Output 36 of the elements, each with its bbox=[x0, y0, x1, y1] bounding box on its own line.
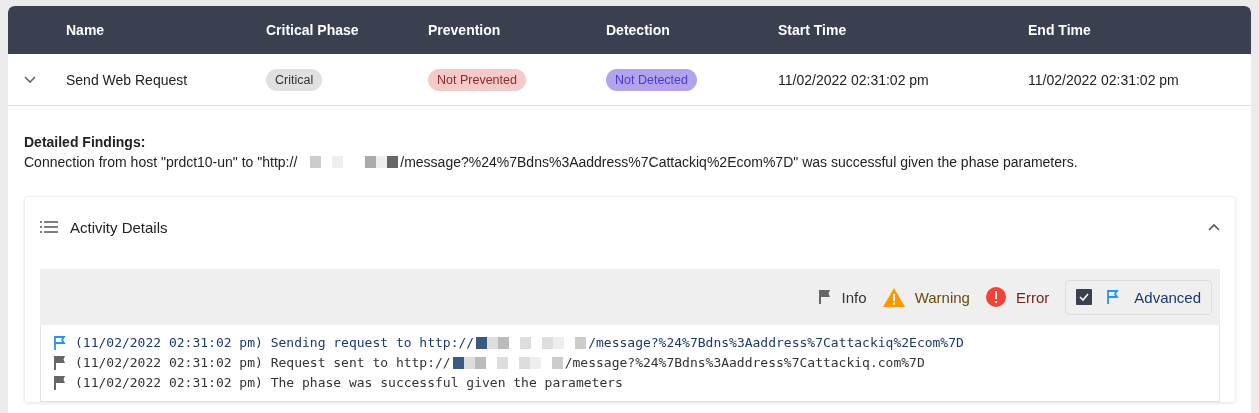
log-line: /message?%24%7Bdns%3Aaddress%7Cattackiq.com%7D bbox=[564, 354, 925, 372]
filter-button[interactable]: Warning bbox=[882, 287, 970, 307]
status-tag: Not Detected bbox=[606, 68, 697, 91]
column-header[interactable]: Prevention bbox=[428, 22, 606, 38]
status-tag: Not Prevented bbox=[428, 68, 526, 91]
list-icon bbox=[40, 221, 58, 233]
column-header[interactable]: Detection bbox=[606, 22, 778, 38]
log-line: /message?%24%7Bdns%3Aaddress%7Cattackiq%2Ecom%7D bbox=[588, 334, 964, 352]
findings-title: Detailed Findings: bbox=[24, 133, 147, 152]
chevron-icon[interactable] bbox=[1208, 223, 1220, 231]
error-icon bbox=[985, 287, 1006, 307]
log-line: (11/02/2022 02:31:02 pm) The phase was successful given the parameters bbox=[75, 374, 623, 392]
flag-icon bbox=[817, 289, 832, 305]
flag-icon bbox=[1106, 289, 1121, 305]
findings-text: Connection from host "prdct10-un" to "http:// bbox=[24, 153, 298, 172]
log-line: (11/02/2022 02:31:02 pm) Sending request to http:// bbox=[75, 334, 475, 352]
column-header[interactable]: Name bbox=[66, 22, 266, 38]
warning-icon bbox=[882, 287, 905, 307]
flag-icon bbox=[53, 355, 67, 371]
findings-text: /message?%24%7Bdns%3Aaddress%7Cattackiq%2Ecom%7D" was successful given the phase parameters. bbox=[400, 153, 1078, 172]
column-header[interactable]: Start Time bbox=[778, 22, 1028, 38]
start-time: 11/02/2022 02:31:02 pm bbox=[778, 71, 930, 88]
checkbox[interactable] bbox=[1076, 289, 1093, 305]
column-header[interactable]: End Time bbox=[1028, 22, 1251, 38]
phase-name: Send Web Request bbox=[66, 71, 189, 88]
filter-button[interactable]: Error bbox=[985, 287, 1050, 307]
chevron-icon[interactable] bbox=[24, 75, 36, 84]
filter-button[interactable]: Info bbox=[817, 288, 867, 306]
flag-icon bbox=[53, 335, 67, 351]
advanced-toggle[interactable]: Advanced bbox=[1065, 279, 1212, 315]
flag-icon bbox=[53, 375, 67, 391]
log-line: (11/02/2022 02:31:02 pm) Request sent to http:// bbox=[75, 354, 451, 372]
end-time: 11/02/2022 02:31:02 pm bbox=[1028, 71, 1180, 88]
section-title: Activity Details bbox=[70, 218, 168, 236]
column-header[interactable]: Critical Phase bbox=[266, 22, 428, 38]
status-tag: Critical bbox=[266, 68, 323, 91]
